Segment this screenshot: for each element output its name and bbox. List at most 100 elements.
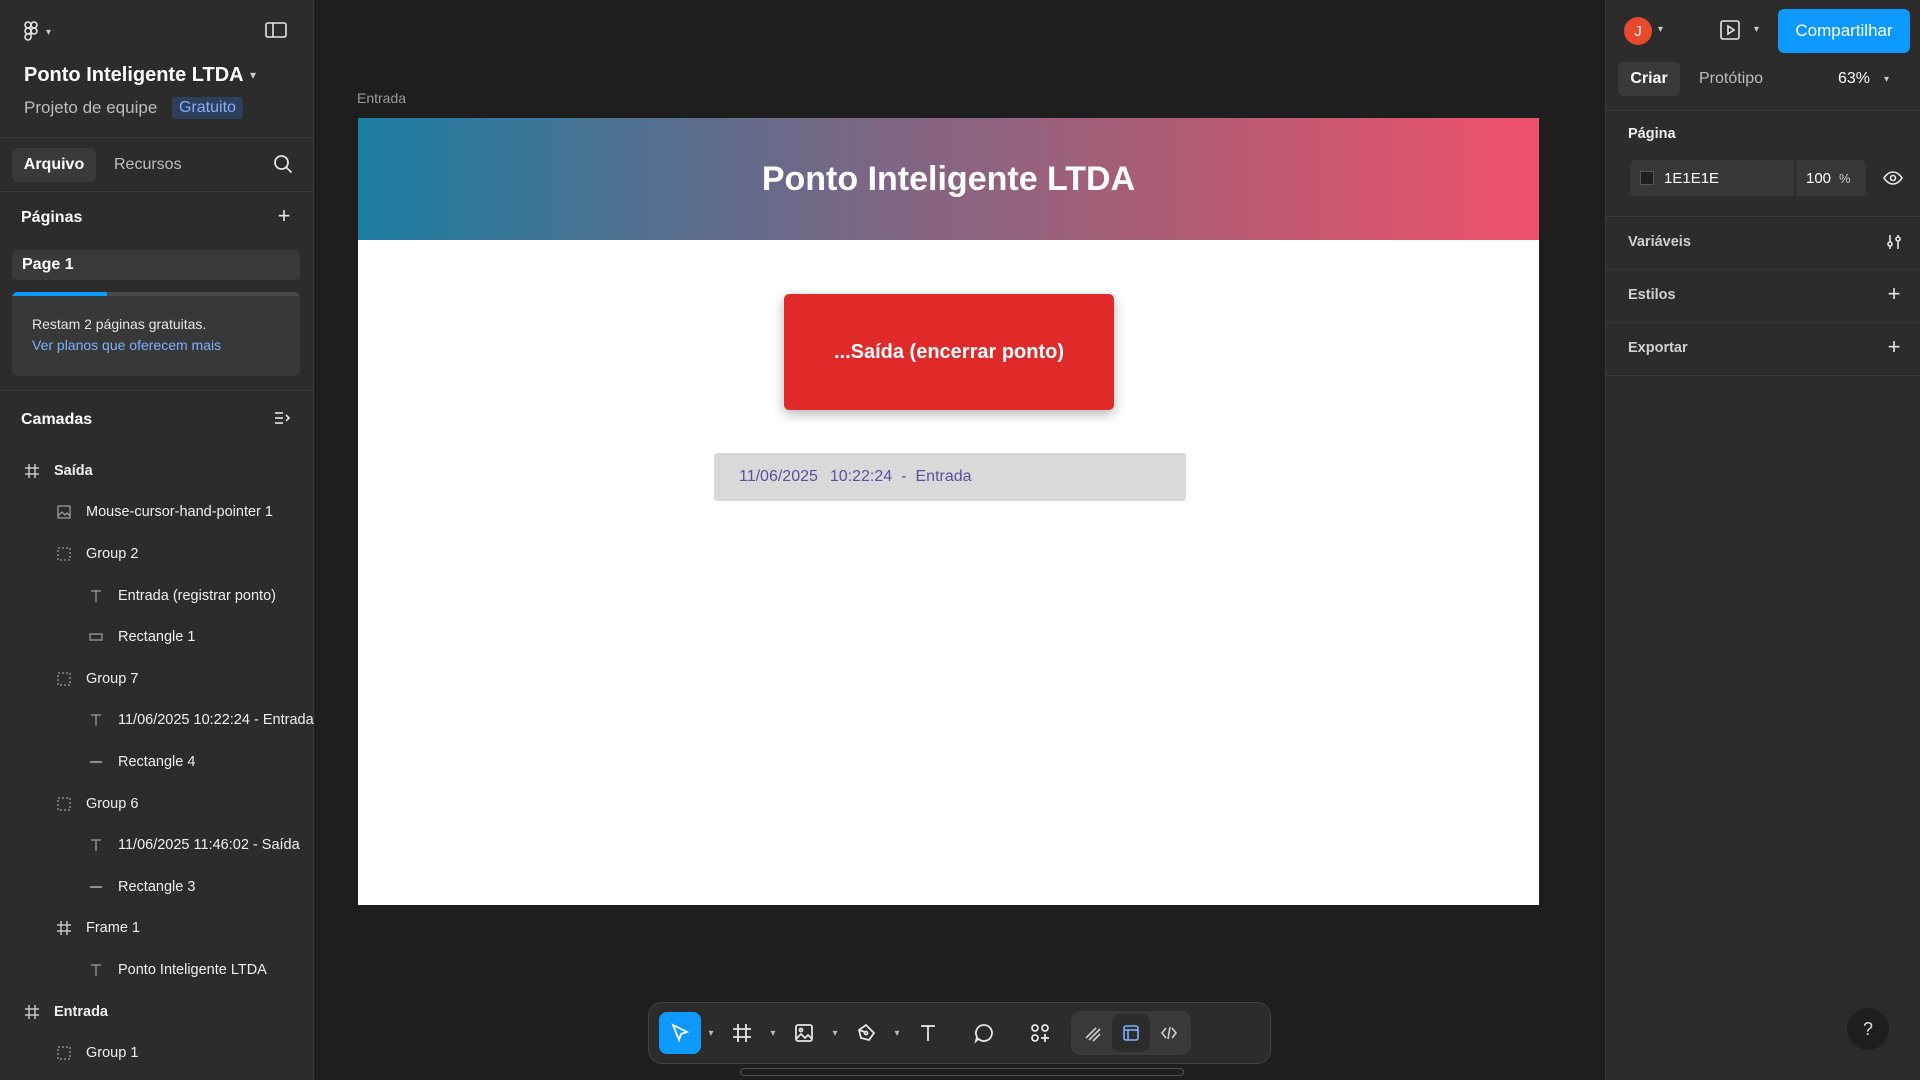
project-title[interactable]: Ponto Inteligente LTDA [24,64,244,87]
chevron-down-icon: ▾ [46,26,52,38]
layer-item[interactable]: Group 2 [0,533,314,575]
comment-icon [974,1024,993,1044]
record-time: 10:22:24 [829,468,893,485]
view-plans-link[interactable]: Ver planos que oferecem mais [32,337,221,353]
design-mode-button[interactable] [1112,1014,1150,1052]
layer-label: Entrada (registrar ponto) [118,587,276,604]
main-menu-button[interactable]: ▾ [24,20,64,44]
sidebar-icon [265,22,287,38]
record-separator: - [901,468,907,485]
layer-item[interactable]: Frame 1 [0,908,314,950]
frame-entrada[interactable]: Ponto Inteligente LTDA ...Saída (encerra… [358,118,1539,905]
chevron-down-icon[interactable]: ▾ [701,1028,721,1039]
horizontal-scrollbar[interactable] [740,1068,1184,1076]
collapse-layers-button[interactable] [272,408,296,432]
layer-label: Ponto Inteligente LTDA [118,961,267,978]
exit-button[interactable]: ...Saída (encerrar ponto) [784,294,1114,410]
record-row[interactable]: 11/06/2025 10:22:24 - Entrada [714,453,1186,501]
tab-prototype[interactable]: Protótipo [1699,62,1763,96]
tab-design[interactable]: Criar [1618,62,1680,96]
image-tool-button[interactable] [783,1012,825,1054]
styles-title: Estilos [1628,287,1676,303]
frame-icon [56,920,72,936]
banner-title: Ponto Inteligente LTDA [761,159,1136,198]
layer-item[interactable]: Group 1 [0,1032,314,1074]
visibility-toggle[interactable] [1882,168,1904,188]
styles-section[interactable]: Estilos + [1606,269,1920,322]
design-icon [1123,1025,1139,1041]
search-icon [274,155,293,174]
chevron-down-icon[interactable]: ▾ [250,68,256,82]
avatar[interactable]: J [1624,17,1652,45]
project-subtitle: Projeto de equipe [24,98,158,117]
add-style-button[interactable]: + [1882,283,1906,307]
variables-settings-button[interactable] [1884,232,1904,257]
variables-section[interactable]: Variáveis [1606,216,1920,269]
export-section[interactable]: Exportar + [1606,322,1920,375]
page-color-field[interactable]: 1E1E1E [1630,160,1794,196]
layer-label: Mouse-cursor-hand-pointer 1 [86,504,273,521]
eye-icon [1883,171,1903,185]
actions-button[interactable] [1019,1012,1061,1054]
export-title: Exportar [1628,340,1688,356]
page-item[interactable]: Page 1 [12,250,300,280]
layer-label: Group 6 [86,795,139,812]
page-opacity-field[interactable]: 100 % [1796,160,1866,196]
text-icon [88,712,104,728]
text-tool-button[interactable] [907,1012,949,1054]
pen-tool-button[interactable] [845,1012,887,1054]
image-icon [56,504,72,520]
tab-file[interactable]: Arquivo [12,148,96,182]
layer-item[interactable]: Ponto Inteligente LTDA [0,949,314,991]
move-tool-button[interactable] [659,1012,701,1054]
layer-item[interactable]: Rectangle 4 [0,741,314,783]
plan-badge[interactable]: Gratuito [172,97,243,119]
layer-item[interactable]: Group 7 [0,658,314,700]
layer-item[interactable]: Saída [0,450,314,492]
collapse-layers-icon [275,412,291,424]
add-page-button[interactable]: + [272,205,296,229]
group-icon [56,1045,72,1061]
tab-assets[interactable]: Recursos [114,148,182,182]
help-button[interactable]: ? [1847,1008,1889,1050]
zoom-dropdown[interactable]: 63% ▾ [1838,62,1889,96]
layer-item[interactable]: Group 6 [0,783,314,825]
chevron-down-icon[interactable]: ▾ [763,1028,783,1039]
present-button[interactable] [1718,18,1744,44]
search-button[interactable] [272,153,296,177]
layer-item[interactable]: Mouse-cursor-hand-pointer 1 [0,492,314,534]
frame-tool-button[interactable] [721,1012,763,1054]
play-icon [1720,20,1740,40]
color-swatch[interactable] [1640,171,1654,185]
mode-switcher [1071,1011,1191,1055]
layer-label: Rectangle 3 [118,878,196,895]
chevron-down-icon[interactable]: ▾ [1658,24,1663,35]
chevron-down-icon[interactable]: ▾ [887,1028,907,1039]
text-icon [921,1025,935,1041]
comment-tool-button[interactable] [963,1012,1005,1054]
code-icon [1160,1026,1178,1040]
layers-title: Camadas [21,411,93,428]
layer-item[interactable]: 11/06/2025 11:46:02 - Saída [0,824,314,866]
layer-item[interactable]: Entrada (registrar ponto) [0,575,314,617]
header-banner[interactable]: Ponto Inteligente LTDA [358,118,1539,240]
chevron-down-icon[interactable]: ▾ [1754,24,1759,35]
chevron-down-icon[interactable]: ▾ [825,1028,845,1039]
layer-item[interactable]: Rectangle 3 [0,866,314,908]
figma-logo-icon [24,21,38,41]
frame-icon [24,463,40,479]
percent-sign: % [1839,170,1851,186]
toggle-sidebar-button[interactable] [264,20,292,44]
group-icon [56,671,72,687]
chevron-down-icon: ▾ [1884,73,1890,85]
add-export-button[interactable]: + [1882,336,1906,360]
draw-mode-button[interactable] [1074,1014,1112,1052]
layer-item[interactable]: 11/06/2025 10:22:24 - Entrada [0,700,314,742]
layer-item[interactable]: Rectangle 1 [0,616,314,658]
frame-label[interactable]: Entrada [357,90,406,106]
page-opacity-value: 100 [1806,169,1832,187]
share-button[interactable]: Compartilhar [1778,9,1910,53]
divider [0,390,314,391]
dev-mode-button[interactable] [1150,1014,1188,1052]
layer-item[interactable]: Entrada [0,991,314,1033]
